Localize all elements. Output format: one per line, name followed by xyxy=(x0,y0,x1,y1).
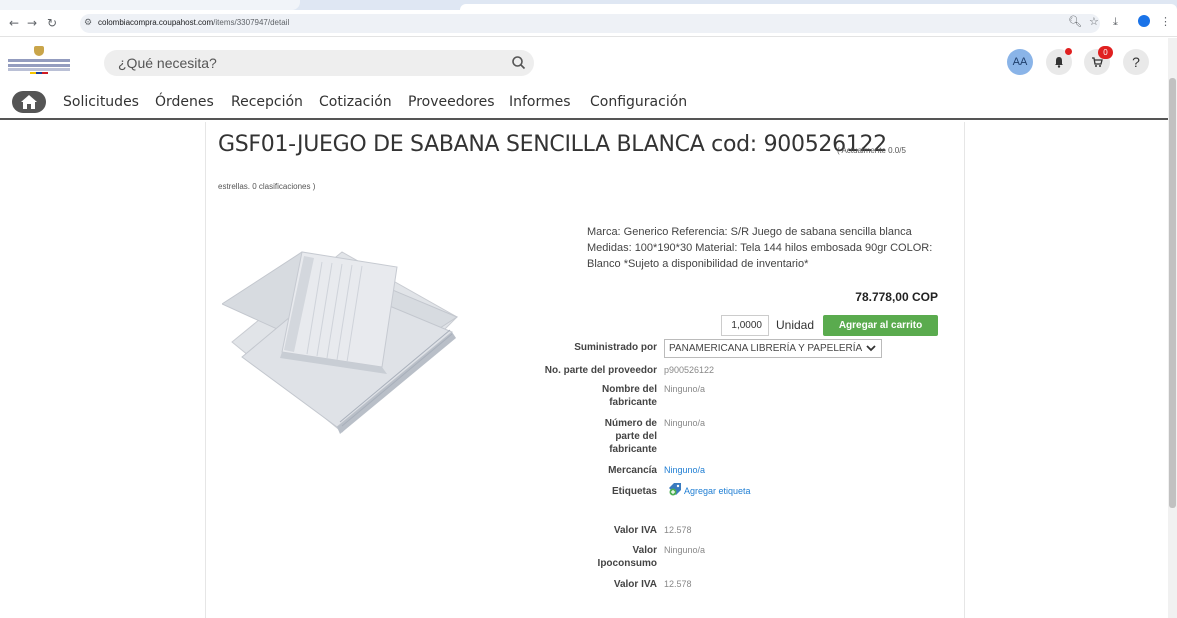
nav-item-ordenes[interactable]: Órdenes xyxy=(155,94,214,110)
ipoconsumo-label: Valor Ipoconsumo xyxy=(507,544,657,570)
browser-tab[interactable] xyxy=(0,0,300,10)
supplier-select[interactable]: PANAMERICANA LIBRERÍA Y PAPELERÍA xyxy=(664,339,882,358)
menu-icon[interactable]: ⋮ xyxy=(1160,15,1171,28)
search-icon[interactable] xyxy=(510,54,528,72)
url-host: colombiacompra.coupahost.com xyxy=(98,18,214,27)
zoom-icon[interactable]: 🔍︎ xyxy=(1068,15,1082,28)
browser-toolbar: ← → ↻ ⚙ colombiacompra.coupahost.com/ite… xyxy=(0,10,1177,37)
add-tag-link[interactable]: Agregar etiqueta xyxy=(684,485,751,498)
bell-icon xyxy=(1055,57,1063,68)
iva-value-2: 12.578 xyxy=(664,579,692,589)
main-nav: Solicitudes Órdenes Recepción Cotización… xyxy=(0,86,1177,120)
ipoconsumo-value: Ninguno/a xyxy=(664,545,706,555)
product-price: 78.778,00 COP xyxy=(855,290,938,304)
ipoconsumo-label-line2: Ipoconsumo xyxy=(597,558,657,569)
manufacturer-label: Nombre del fabricante xyxy=(507,383,657,409)
site-info-icon[interactable]: ⚙ xyxy=(84,18,92,28)
product-image xyxy=(222,251,459,434)
home-icon xyxy=(21,95,37,109)
tags-label: Etiquetas xyxy=(611,486,657,497)
forward-icon[interactable]: → xyxy=(24,15,40,31)
profile-icon[interactable] xyxy=(1138,15,1150,27)
supplier-part-label: No. parte del proveedor xyxy=(544,365,657,376)
nav-item-solicitudes[interactable]: Solicitudes xyxy=(63,94,139,110)
cart-count-badge: 0 xyxy=(1098,46,1113,59)
avatar[interactable]: AA xyxy=(1007,49,1033,75)
url-path: /items/3307947/detail xyxy=(213,18,290,27)
nav-item-configuracion[interactable]: Configuración xyxy=(590,94,687,110)
url-text: colombiacompra.coupahost.com/items/33079… xyxy=(98,18,289,27)
unit-label: Unidad xyxy=(776,318,815,332)
manufacturer-part-label-line1: Número de xyxy=(604,418,657,429)
nav-item-informes[interactable]: Informes xyxy=(509,94,571,110)
download-icon[interactable]: ⤓ xyxy=(1113,15,1118,29)
rating-text-cont: estrellas. 0 clasificaciones ) xyxy=(218,182,316,191)
app-header: AA 0 ? xyxy=(0,38,1177,86)
search-input[interactable] xyxy=(118,53,498,73)
product-title-row: GSF01-JUEGO DE SABANA SENCILLA BLANCA co… xyxy=(218,132,887,157)
supplier-label: Suministrado por xyxy=(574,342,657,353)
manufacturer-label-line2: fabricante xyxy=(609,397,657,408)
commodity-label: Mercancía xyxy=(608,465,657,476)
manufacturer-part-label: Número de parte del fabricante xyxy=(507,417,657,456)
iva-label-2: Valor IVA xyxy=(613,579,657,590)
commodity-link[interactable]: Ninguno/a xyxy=(664,464,705,477)
iva-value: 12.578 xyxy=(664,525,692,535)
back-icon[interactable]: ← xyxy=(6,15,22,31)
manufacturer-value: Ninguno/a xyxy=(664,384,706,394)
browser-tabstrip xyxy=(0,0,1177,10)
product-description: Marca: Generico Referencia: S/R Juego de… xyxy=(587,226,933,270)
add-to-cart-button[interactable]: Agregar al carrito xyxy=(823,315,938,336)
manufacturer-part-value: Ninguno/a xyxy=(664,418,706,428)
notification-dot xyxy=(1065,48,1072,55)
ipoconsumo-label-line1: Valor xyxy=(632,545,657,556)
manufacturer-part-label-line3: fabricante xyxy=(609,444,657,455)
iva-label: Valor IVA xyxy=(613,525,657,536)
reload-icon[interactable]: ↻ xyxy=(44,15,60,31)
search-bar xyxy=(104,50,534,76)
manufacturer-part-label-line2: parte del xyxy=(615,431,657,442)
rating-text: ( Actualmente 0.0/5 xyxy=(837,146,906,155)
star-icon[interactable]: ☆ xyxy=(1089,15,1099,28)
agency-logo[interactable] xyxy=(8,46,70,76)
scrollbar-thumb[interactable] xyxy=(1169,78,1176,508)
chevron-down-icon[interactable] xyxy=(866,344,876,352)
add-tag-icon[interactable] xyxy=(668,482,682,496)
supplier-part-value: p900526122 xyxy=(664,365,715,375)
quantity-input[interactable] xyxy=(721,315,769,336)
nav-item-recepcion[interactable]: Recepción xyxy=(231,94,303,110)
nav-item-proveedores[interactable]: Proveedores xyxy=(408,94,495,110)
help-button[interactable]: ? xyxy=(1123,49,1149,75)
home-button[interactable] xyxy=(12,91,46,113)
product-title: GSF01-JUEGO DE SABANA SENCILLA BLANCA co… xyxy=(218,132,887,157)
page-scrollbar[interactable] xyxy=(1168,38,1177,618)
manufacturer-label-line1: Nombre del xyxy=(601,384,657,395)
nav-item-cotizacion[interactable]: Cotización xyxy=(319,94,392,110)
